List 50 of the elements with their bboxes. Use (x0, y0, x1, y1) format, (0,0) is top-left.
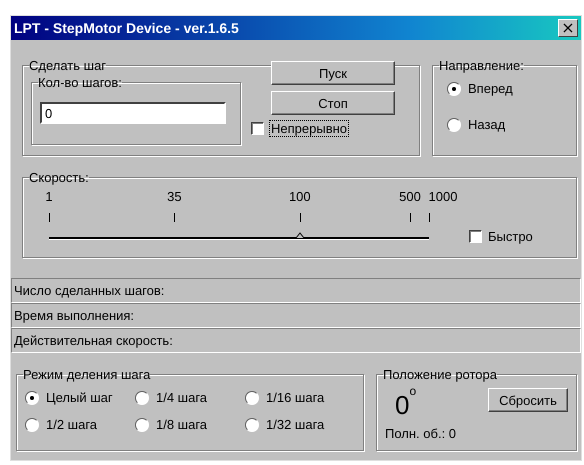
step-mode-option: 1/4 шага (156, 390, 208, 405)
window-title: LPT - StepMotor Device - ver.1.6.5 (14, 20, 239, 36)
step-mode-option: 1/8 шага (156, 417, 208, 432)
tick-label: 500 (399, 189, 421, 204)
direction-option: Назад (468, 117, 506, 132)
start-button[interactable]: Пуск (271, 61, 395, 85)
tick-mark (429, 213, 430, 222)
step-mode-option: 1/2 шага (46, 417, 98, 432)
radio-button[interactable] (447, 118, 461, 132)
fast-label: Быстро (488, 229, 533, 244)
tick-label: 1000 (428, 189, 458, 204)
degree-mark: o (409, 384, 416, 398)
tick-mark (174, 213, 176, 222)
tick-label: 35 (167, 189, 182, 204)
status-label: Число сделанных шагов: (14, 283, 164, 298)
full-turns-label: Полн. об.: 0 (385, 426, 458, 441)
rotor-angle: 0 (395, 390, 410, 420)
close-button[interactable]: × (558, 19, 578, 37)
radio-button[interactable] (135, 418, 149, 432)
status-label: Действительная скорость: (14, 333, 173, 348)
continuous-label: Непрерывно (270, 121, 348, 136)
group-label: Скорость: (29, 170, 89, 185)
group-label: Сделать шаг (29, 58, 106, 73)
direction-option: Вперед (468, 81, 513, 96)
checkbox[interactable] (469, 230, 482, 243)
step-mode-option: 1/16 шага (266, 390, 324, 405)
tick-mark (410, 213, 411, 222)
status-label: Время выполнения: (14, 308, 134, 323)
step-count-field[interactable]: 0 (40, 102, 226, 124)
tick-mark (49, 213, 50, 222)
group-label: Режим деления шага (23, 367, 150, 382)
group-label: Положение ротора (383, 367, 497, 382)
step-mode-option: 1/32 шага (266, 417, 324, 432)
radio-button[interactable] (447, 82, 461, 96)
reset-button[interactable]: Сбросить (488, 388, 568, 412)
tick-label: 1 (45, 189, 53, 204)
group-label: Направление: (439, 58, 524, 73)
radio-button[interactable] (245, 390, 259, 404)
radio-button[interactable] (135, 390, 149, 404)
stop-button[interactable]: Стоп (271, 91, 395, 115)
tick-label: 100 (288, 189, 311, 204)
checkbox[interactable] (251, 122, 264, 135)
tick-mark (300, 213, 301, 222)
slider-thumb[interactable] (296, 232, 304, 238)
radio-button[interactable] (25, 390, 39, 404)
radio-button[interactable] (245, 418, 259, 432)
radio-button[interactable] (25, 418, 39, 432)
group-label: Кол-во шагов: (38, 75, 122, 90)
step-mode-option: Целый шаг (46, 390, 113, 405)
speed-slider[interactable] (49, 231, 429, 240)
